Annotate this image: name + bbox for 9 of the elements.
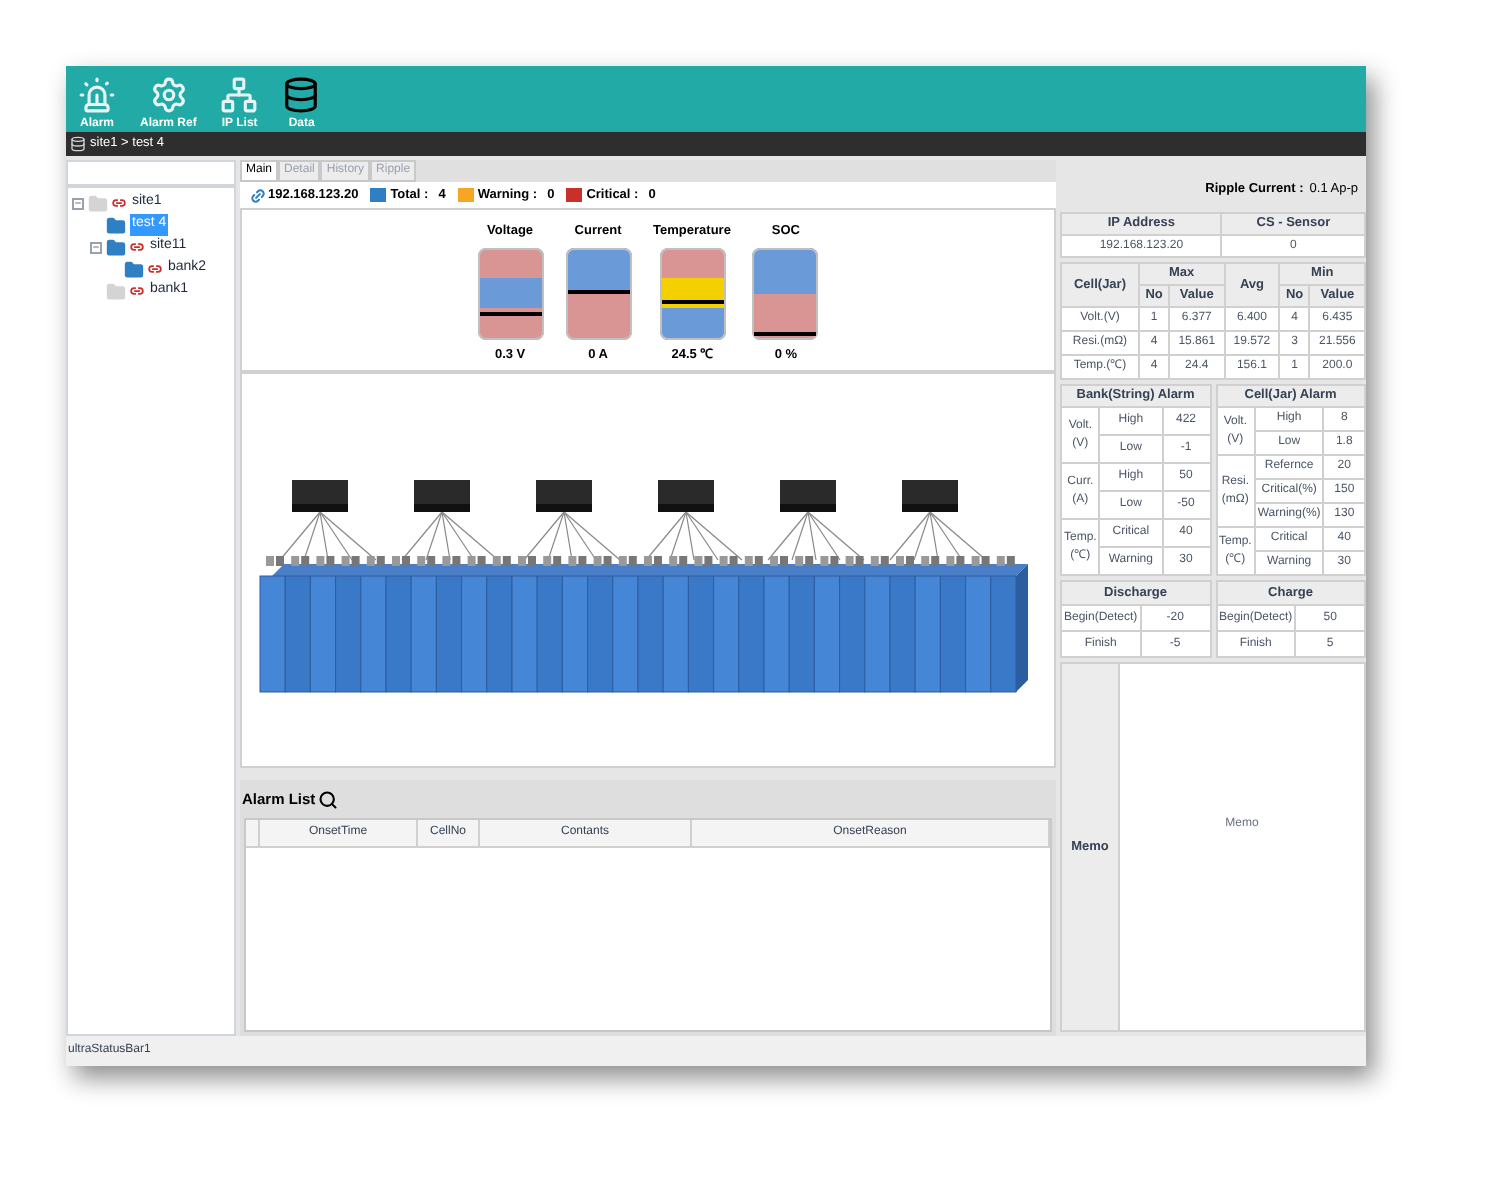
search-icon[interactable] xyxy=(317,789,338,809)
search-field[interactable] xyxy=(66,160,236,186)
siren-icon xyxy=(78,76,116,114)
network-icon xyxy=(220,76,259,114)
collapse-icon[interactable] xyxy=(72,197,84,209)
database-icon xyxy=(282,76,321,114)
gear-icon xyxy=(149,76,188,114)
database-icon xyxy=(70,136,86,152)
collapse-icon[interactable] xyxy=(90,241,102,253)
